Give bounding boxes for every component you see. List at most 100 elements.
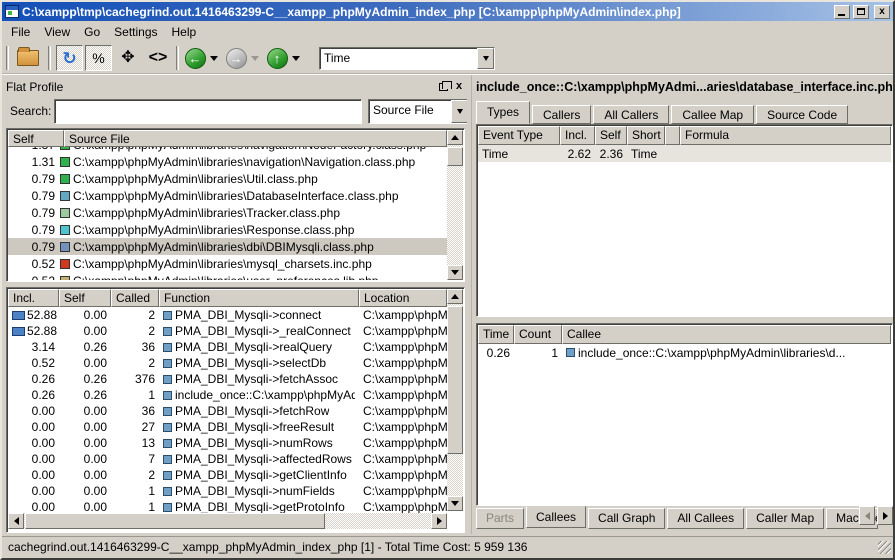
close-button[interactable]: x bbox=[874, 5, 890, 19]
source-file-row[interactable]: 0.52C:\xampp\phpMyAdmin\libraries\mysql_… bbox=[8, 255, 447, 272]
relative-cost-button[interactable]: ↻ bbox=[56, 45, 83, 71]
tab-scroll-right-button[interactable] bbox=[877, 506, 893, 525]
function-row[interactable]: 3.140.2636PMA_DBI_Mysqli->realQueryC:\xa… bbox=[8, 339, 447, 355]
tab-caller-map[interactable]: Caller Map bbox=[746, 508, 824, 529]
column-header-called[interactable]: Called bbox=[111, 289, 159, 307]
function-row[interactable]: 0.520.002PMA_DBI_Mysqli->selectDbC:\xamp… bbox=[8, 355, 447, 371]
forward-dropdown[interactable] bbox=[248, 45, 262, 71]
scroll-down-button[interactable] bbox=[447, 265, 463, 280]
group-by-combobox[interactable]: Source File bbox=[368, 99, 469, 124]
column-header-self[interactable]: Self bbox=[8, 130, 64, 147]
column-header-formula[interactable]: Formula bbox=[680, 126, 891, 145]
column-header-callee[interactable]: Callee bbox=[562, 325, 891, 344]
menu-item-view[interactable]: View bbox=[37, 23, 77, 41]
column-header-function[interactable]: Function bbox=[159, 289, 359, 307]
tab-parts[interactable]: Parts bbox=[476, 508, 524, 529]
function-name-cell: PMA_DBI_Mysqli->connect bbox=[159, 308, 359, 322]
column-header-event-type[interactable]: Event Type bbox=[478, 126, 560, 145]
scroll-right-button[interactable] bbox=[431, 513, 447, 529]
move-button[interactable]: ✥ bbox=[114, 45, 142, 71]
function-row[interactable]: 0.000.0036PMA_DBI_Mysqli->fetchRowC:\xam… bbox=[8, 403, 447, 419]
dock-title-bar[interactable]: Flat Profile x bbox=[6, 79, 465, 94]
function-icon bbox=[163, 311, 172, 320]
function-row[interactable]: 52.880.002PMA_DBI_Mysqli->connectC:\xamp… bbox=[8, 307, 447, 323]
source-file-row[interactable]: 0.79C:\xampp\phpMyAdmin\libraries\Respon… bbox=[8, 221, 447, 238]
back-button[interactable]: ← bbox=[183, 45, 207, 71]
scrollbar-thumb[interactable] bbox=[447, 306, 463, 454]
tab-scroll-left-button[interactable] bbox=[859, 506, 875, 525]
column-header-location[interactable]: Location bbox=[359, 289, 447, 307]
function-row[interactable]: 0.000.001PMA_DBI_Mysqli->numFieldsC:\xam… bbox=[8, 483, 447, 499]
tab-types[interactable]: Types bbox=[476, 101, 530, 124]
function-row[interactable]: 0.000.007PMA_DBI_Mysqli->affectedRowsC:\… bbox=[8, 451, 447, 467]
resize-grip[interactable] bbox=[878, 541, 891, 554]
menu-item-go[interactable]: Go bbox=[77, 23, 107, 41]
called-count-cell: 36 bbox=[111, 404, 159, 418]
menu-item-settings[interactable]: Settings bbox=[107, 23, 164, 41]
toolbar-handle[interactable] bbox=[176, 46, 179, 70]
maximize-button[interactable] bbox=[853, 5, 869, 19]
toolbar-handle[interactable] bbox=[6, 46, 9, 70]
source-file-row[interactable]: 0.79C:\xampp\phpMyAdmin\libraries\Util.c… bbox=[8, 170, 447, 187]
function-row[interactable]: 0.000.002PMA_DBI_Mysqli->getClientInfoC:… bbox=[8, 467, 447, 483]
scroll-up-button[interactable] bbox=[447, 130, 463, 145]
toolbar-handle[interactable] bbox=[48, 46, 51, 70]
tab-callers[interactable]: Callers bbox=[532, 105, 591, 124]
column-header-self[interactable]: Self bbox=[59, 289, 111, 307]
tab-callee-map[interactable]: Callee Map bbox=[671, 105, 754, 124]
incl-cost-cell: 0.26 bbox=[8, 388, 59, 402]
menu-item-file[interactable]: File bbox=[4, 23, 37, 41]
event-type-row[interactable]: Time2.622.36Time bbox=[478, 145, 891, 162]
source-file-row[interactable]: 0.79C:\xampp\phpMyAdmin\libraries\Tracke… bbox=[8, 204, 447, 221]
scroll-left-button[interactable] bbox=[8, 513, 24, 529]
function-row[interactable]: 0.260.26376PMA_DBI_Mysqli->fetchAssocC:\… bbox=[8, 371, 447, 387]
scrollbar-thumb[interactable] bbox=[25, 513, 325, 529]
location-cell: C:\xampp\phpMyAdmin bbox=[359, 372, 447, 386]
function-row[interactable]: 0.260.261include_once::C:\xampp\phpMyAd.… bbox=[8, 387, 447, 403]
column-header-incl-[interactable]: Incl. bbox=[8, 289, 59, 307]
scroll-up-button[interactable] bbox=[447, 289, 463, 304]
cycle-groups-button[interactable]: <> bbox=[144, 45, 172, 71]
tab-source-code[interactable]: Source Code bbox=[756, 105, 848, 124]
tab-callees[interactable]: Callees bbox=[526, 506, 586, 528]
function-row[interactable]: 52.880.002PMA_DBI_Mysqli->_realConnectC:… bbox=[8, 323, 447, 339]
column-header-source-file[interactable]: Source File bbox=[64, 130, 447, 147]
scroll-down-button[interactable] bbox=[447, 496, 463, 511]
column-header-short[interactable]: Short bbox=[627, 126, 665, 145]
combobox-arrow-button[interactable] bbox=[451, 100, 468, 123]
tab-all-callers[interactable]: All Callers bbox=[593, 105, 669, 124]
minimize-button[interactable] bbox=[834, 5, 850, 19]
function-row[interactable]: 0.000.0027PMA_DBI_Mysqli->freeResultC:\x… bbox=[8, 419, 447, 435]
dock-close-button[interactable]: x bbox=[453, 81, 465, 93]
source-file-row[interactable]: 0.79C:\xampp\phpMyAdmin\libraries\dbi\DB… bbox=[8, 238, 447, 255]
forward-button[interactable]: → bbox=[224, 45, 248, 71]
vertical-scrollbar[interactable] bbox=[447, 289, 463, 511]
percent-toggle-button[interactable]: % bbox=[85, 45, 112, 71]
column-header-self[interactable]: Self bbox=[595, 126, 627, 145]
back-dropdown[interactable] bbox=[207, 45, 221, 71]
event-type-combobox[interactable]: Time bbox=[319, 47, 495, 70]
column-header-spacer[interactable] bbox=[665, 126, 680, 145]
title-bar[interactable]: C:\xampp\tmp\cachegrind.out.1416463299-C… bbox=[2, 2, 893, 21]
dock-float-button[interactable] bbox=[437, 81, 449, 93]
source-file-row[interactable]: 1.31C:\xampp\phpMyAdmin\libraries\naviga… bbox=[8, 153, 447, 170]
source-file-row[interactable]: 0.79C:\xampp\phpMyAdmin\libraries\Databa… bbox=[8, 187, 447, 204]
open-file-button[interactable] bbox=[14, 45, 42, 71]
column-header-incl-[interactable]: Incl. bbox=[560, 126, 595, 145]
vertical-scrollbar[interactable] bbox=[447, 130, 463, 280]
source-file-row[interactable]: 0.52C:\xampp\phpMyAdmin\libraries\user_p… bbox=[8, 272, 447, 280]
callee-row[interactable]: 0.261include_once::C:\xampp\phpMyAdmin\l… bbox=[478, 344, 891, 361]
up-button[interactable]: ↑ bbox=[265, 45, 289, 71]
up-dropdown[interactable] bbox=[289, 45, 303, 71]
scrollbar-thumb[interactable] bbox=[447, 147, 463, 166]
column-header-time[interactable]: Time bbox=[478, 325, 514, 344]
menu-item-help[interactable]: Help bbox=[165, 23, 204, 41]
combobox-arrow-button[interactable] bbox=[477, 48, 494, 69]
self-cost-value: 0.79 bbox=[8, 240, 60, 254]
tab-call-graph[interactable]: Call Graph bbox=[588, 508, 665, 529]
search-input[interactable] bbox=[54, 99, 362, 124]
column-header-count[interactable]: Count bbox=[514, 325, 562, 344]
function-row[interactable]: 0.000.0013PMA_DBI_Mysqli->numRowsC:\xamp… bbox=[8, 435, 447, 451]
tab-all-callees[interactable]: All Callees bbox=[667, 508, 744, 529]
horizontal-scrollbar[interactable] bbox=[8, 513, 447, 529]
